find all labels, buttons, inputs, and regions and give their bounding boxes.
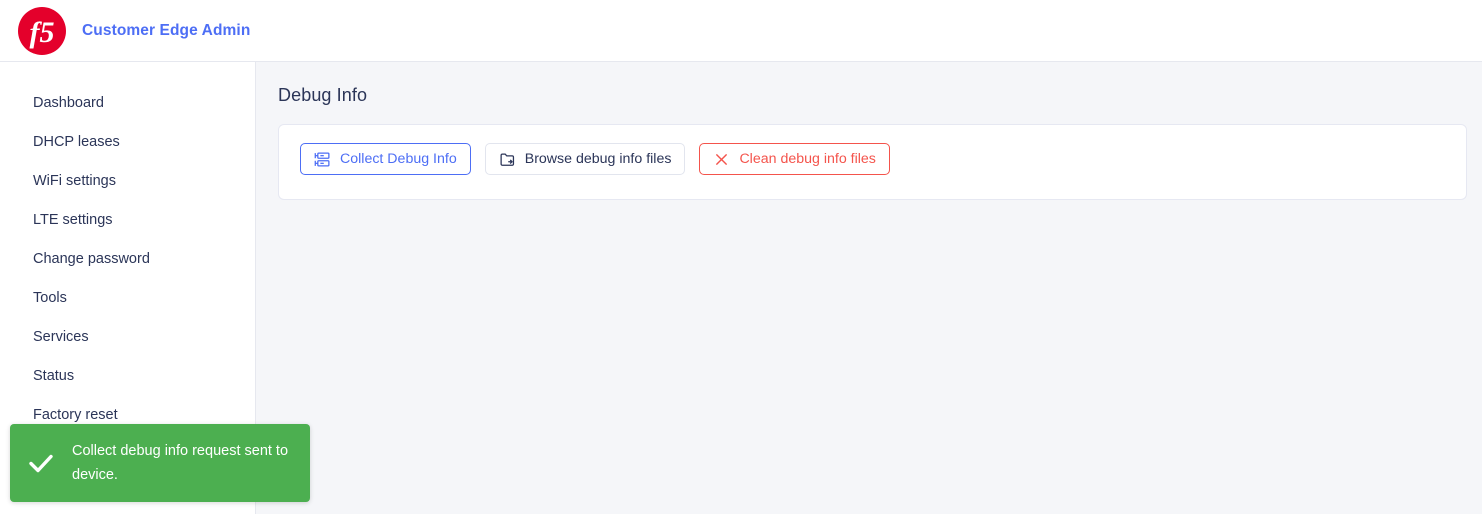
collect-debug-info-button[interactable]: Collect Debug Info	[300, 143, 471, 175]
app-header: f5 Customer Edge Admin	[0, 0, 1482, 62]
collect-debug-info-label: Collect Debug Info	[340, 151, 457, 167]
main-content: Debug Info Collect Debug Info Browse deb…	[257, 62, 1482, 514]
sidebar-item-change-password[interactable]: Change password	[0, 240, 255, 279]
sidebar-item-wifi-settings[interactable]: WiFi settings	[0, 162, 255, 201]
app-root: f5 Customer Edge Admin Dashboard DHCP le…	[0, 0, 1482, 514]
browse-debug-info-files-button[interactable]: Browse debug info files	[484, 143, 686, 175]
svg-text:f5: f5	[30, 16, 55, 49]
sidebar-item-services[interactable]: Services	[0, 318, 255, 357]
success-toast[interactable]: Collect debug info request sent to devic…	[10, 424, 310, 502]
folder-arrow-icon	[499, 151, 516, 168]
sidebar-item-lte-settings[interactable]: LTE settings	[0, 201, 255, 240]
clean-debug-info-files-button[interactable]: Clean debug info files	[699, 143, 890, 175]
page-title: Debug Info	[278, 85, 368, 105]
f5-logo-icon: f5	[16, 5, 68, 57]
checkmark-icon	[10, 447, 72, 479]
debug-info-card: Collect Debug Info Browse debug info fil…	[278, 124, 1467, 200]
sidebar-item-tools[interactable]: Tools	[0, 279, 255, 318]
sidebar-item-dhcp-leases[interactable]: DHCP leases	[0, 123, 255, 162]
clean-debug-info-files-label: Clean debug info files	[739, 151, 876, 167]
app-title: Customer Edge Admin	[82, 21, 251, 39]
browse-debug-info-files-label: Browse debug info files	[524, 151, 672, 167]
sidebar-item-status[interactable]: Status	[0, 357, 255, 396]
toast-message: Collect debug info request sent to devic…	[72, 443, 289, 483]
sidebar-item-dashboard[interactable]: Dashboard	[0, 84, 255, 123]
debug-action-button-row: Collect Debug Info Browse debug info fil…	[300, 143, 890, 175]
server-rack-icon	[314, 151, 331, 168]
close-x-icon	[713, 151, 730, 168]
